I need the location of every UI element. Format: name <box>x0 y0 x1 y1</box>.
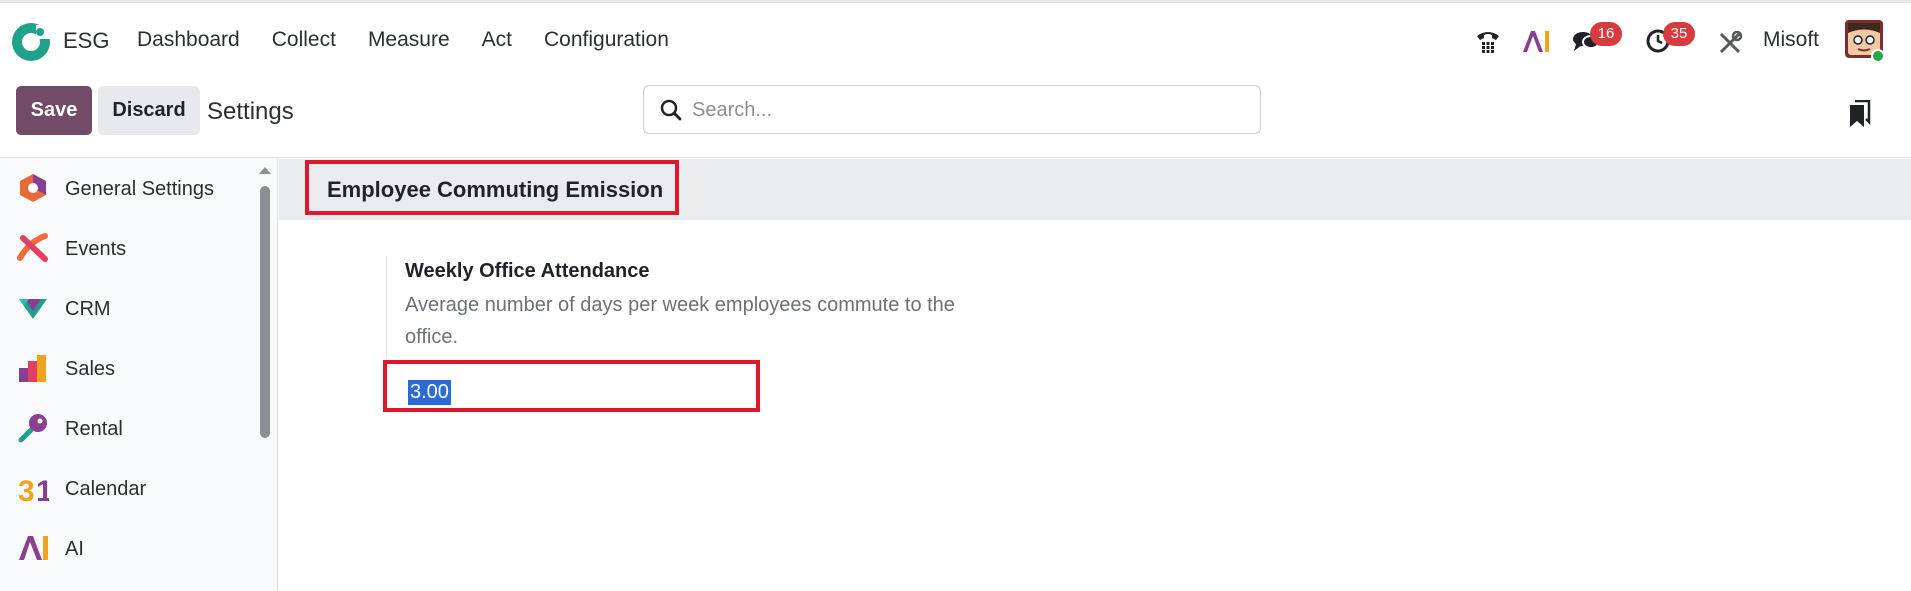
calendar-icon: 3 1 <box>18 475 49 504</box>
sidebar-item-events[interactable]: Events <box>0 218 255 278</box>
menu-measure[interactable]: Measure <box>368 28 450 52</box>
section-title: Employee Commuting Emission <box>327 177 664 202</box>
menu-collect[interactable]: Collect <box>272 28 336 52</box>
phone-icon[interactable] <box>1474 27 1502 55</box>
sidebar-item-label: General Settings <box>65 178 214 200</box>
setting-description: Average number of days per week employee… <box>405 294 955 348</box>
weekly-attendance-value[interactable]: 3.00 <box>408 380 451 405</box>
sidebar-scrollbar-thumb[interactable] <box>260 186 270 438</box>
svg-text:1: 1 <box>36 475 49 504</box>
ai-icon[interactable] <box>1522 29 1552 53</box>
app-logo-icon[interactable] <box>10 21 52 63</box>
ai-icon <box>19 536 48 560</box>
sidebar-item-crm[interactable]: CRM <box>0 278 255 338</box>
sidebar-item-rental[interactable]: Rental <box>0 398 255 458</box>
sidebar-item-label: Events <box>65 238 127 260</box>
sidebar-item-ai[interactable]: AI <box>0 518 255 578</box>
sidebar-item-label: AI <box>65 538 84 560</box>
page-title: Settings <box>207 98 294 125</box>
sales-icon <box>19 355 46 382</box>
events-icon <box>17 233 48 262</box>
settings-hexagon-icon <box>20 174 46 202</box>
setting-title: Weekly Office Attendance <box>405 260 650 282</box>
main-menu: Dashboard Collect Measure Act Configurat… <box>137 28 701 52</box>
svg-text:3: 3 <box>18 475 35 504</box>
messages-badge: 16 <box>1590 22 1622 46</box>
menu-act[interactable]: Act <box>482 28 512 52</box>
search-bar[interactable] <box>643 85 1261 134</box>
bookmark-icon[interactable] <box>1847 100 1873 128</box>
tools-icon[interactable] <box>1718 31 1742 55</box>
menu-configuration[interactable]: Configuration <box>544 28 669 52</box>
rental-icon <box>18 414 47 443</box>
setting-divider <box>386 256 387 358</box>
menu-dashboard[interactable]: Dashboard <box>137 28 240 52</box>
discard-button[interactable]: Discard <box>98 86 200 135</box>
search-input[interactable] <box>692 95 1232 125</box>
crm-icon <box>19 299 47 319</box>
search-icon <box>660 99 682 121</box>
app-brand-name[interactable]: ESG <box>63 28 109 54</box>
sidebar-item-label: Sales <box>65 358 116 380</box>
sidebar-item-label: CRM <box>65 298 111 320</box>
company-name[interactable]: Misoft <box>1763 28 1819 52</box>
activities-badge: 35 <box>1663 22 1695 46</box>
top-navbar: ESG Dashboard Collect Measure Act Config… <box>0 0 1911 78</box>
sidebar-item-label: Rental <box>65 418 123 440</box>
sidebar-item-label: Calendar <box>65 478 147 500</box>
scroll-up-arrow-icon[interactable] <box>258 165 272 175</box>
control-panel: Save Discard Settings <box>0 78 1911 158</box>
settings-sidebar: General Settings Events CRM Sales Rental <box>0 158 278 591</box>
weekly-attendance-input[interactable]: 3.00 <box>383 360 760 412</box>
user-avatar-icon[interactable] <box>1845 20 1885 62</box>
sidebar-item-general-settings[interactable]: General Settings <box>0 158 255 218</box>
save-button[interactable]: Save <box>16 86 92 135</box>
sidebar-item-calendar[interactable]: 3 1 Calendar <box>0 458 255 518</box>
sidebar-item-sales[interactable]: Sales <box>0 338 255 398</box>
